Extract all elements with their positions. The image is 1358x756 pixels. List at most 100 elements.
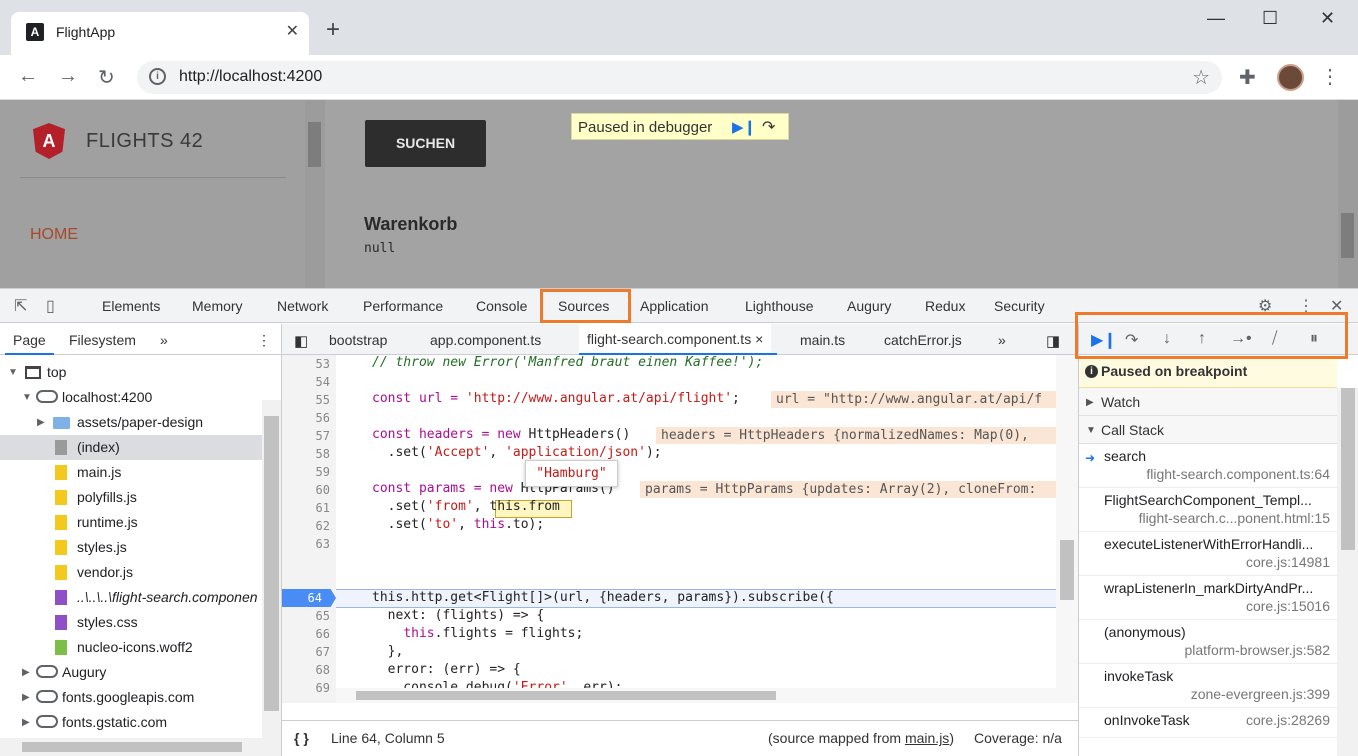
tab-security[interactable]: Security: [994, 298, 1045, 314]
editor-horizontal-scrollbar[interactable]: [336, 688, 1056, 703]
tree-item[interactable]: vendor.js: [0, 560, 262, 585]
paused-banner-text: Paused in debugger: [578, 119, 713, 136]
toggle-navigator-icon[interactable]: ◧: [294, 332, 308, 350]
more-editor-tabs-icon[interactable]: »: [998, 332, 1006, 348]
url-text[interactable]: http://localhost:4200: [179, 68, 322, 86]
close-window-button[interactable]: ✕: [1320, 8, 1335, 29]
call-frame[interactable]: wrapListenerIn_markDirtyAndPr... core.js:…: [1079, 576, 1337, 620]
toggle-debugger-icon[interactable]: ◨: [1046, 332, 1060, 350]
tab-console[interactable]: Console: [476, 298, 527, 314]
tree-item[interactable]: ▶ fonts.googleapis.com: [0, 685, 262, 710]
debugger-scrollbar[interactable]: [1337, 388, 1358, 756]
line-number[interactable]: 69: [282, 679, 330, 697]
line-number[interactable]: 65: [282, 607, 330, 625]
resume-icon[interactable]: ▶❙: [732, 118, 756, 136]
navigator-menu-icon[interactable]: ⋮: [257, 332, 271, 349]
tree-item[interactable]: ▼ top: [0, 360, 262, 385]
line-number[interactable]: 63: [282, 535, 330, 553]
editor-vertical-scrollbar[interactable]: [1056, 355, 1078, 703]
call-frame[interactable]: invokeTask zone-evergreen.js:399: [1079, 664, 1337, 708]
bookmark-star-icon[interactable]: ☆: [1192, 65, 1210, 90]
maximize-window-button[interactable]: ☐: [1262, 8, 1278, 29]
tab-memory[interactable]: Memory: [192, 298, 243, 314]
profile-avatar[interactable]: [1277, 64, 1304, 91]
line-number[interactable]: 59: [282, 463, 330, 481]
line-number[interactable]: 54: [282, 373, 330, 391]
more-tabs-icon[interactable]: »: [160, 332, 168, 348]
line-number[interactable]: 55: [282, 391, 330, 409]
active-tab-underline: [5, 353, 54, 355]
back-icon[interactable]: ←: [18, 65, 38, 88]
tab-network[interactable]: Network: [277, 298, 328, 314]
line-number[interactable]: 53: [282, 355, 330, 373]
tab-performance[interactable]: Performance: [363, 298, 443, 314]
line-number[interactable]: 61: [282, 499, 330, 517]
device-toolbar-icon[interactable]: ▯: [46, 296, 55, 316]
nav-home-link[interactable]: HOME: [30, 226, 78, 244]
call-frame-current[interactable]: ➜ search flight-search.component.ts:64: [1079, 444, 1337, 488]
site-info-icon[interactable]: i: [149, 68, 166, 85]
editor-tab[interactable]: app.component.ts: [430, 332, 541, 348]
tree-item[interactable]: nucleo-icons.woff2: [0, 635, 262, 660]
tab-elements[interactable]: Elements: [102, 298, 160, 314]
editor-tab[interactable]: main.ts: [800, 332, 845, 348]
breakpoint-marker[interactable]: 64: [282, 589, 336, 607]
tree-item[interactable]: runtime.js: [0, 510, 262, 535]
tab-augury[interactable]: Augury: [847, 298, 891, 314]
code-line: const url = 'http://www.angular.at/api/f…: [372, 391, 740, 406]
editor-tab[interactable]: catchError.js: [884, 332, 962, 348]
line-number[interactable]: 68: [282, 661, 330, 679]
watch-section-header[interactable]: ▶ Watch: [1079, 388, 1337, 416]
call-frame[interactable]: FlightSearchComponent_Templ... flight-sea…: [1079, 488, 1337, 532]
tree-item[interactable]: ▶ Augury: [0, 660, 262, 685]
tree-item[interactable]: polyfills.js: [0, 485, 262, 510]
line-number[interactable]: 67: [282, 643, 330, 661]
tree-item[interactable]: styles.js: [0, 535, 262, 560]
pretty-print-icon[interactable]: { }: [294, 730, 309, 746]
line-number[interactable]: 58: [282, 445, 330, 463]
page-scrollbar[interactable]: [1338, 100, 1358, 288]
frame-location: core.js:14981: [1245, 554, 1330, 570]
line-number[interactable]: 60: [282, 481, 330, 499]
extensions-puzzle-icon[interactable]: ✚: [1239, 65, 1256, 90]
sidebar-scrollbar[interactable]: [305, 100, 325, 288]
tree-item[interactable]: ..\..\..\flight-search.componen: [0, 585, 262, 610]
code-line: .set('to', this.to);: [372, 517, 545, 532]
search-button[interactable]: SUCHEN: [365, 120, 486, 167]
browser-tab[interactable]: A FlightApp ✕: [11, 12, 309, 55]
reload-icon[interactable]: ↻: [98, 65, 115, 90]
minimize-window-button[interactable]: —: [1207, 8, 1225, 29]
line-number[interactable]: 66: [282, 625, 330, 643]
nav-tab-page[interactable]: Page: [13, 332, 46, 348]
tab-redux[interactable]: Redux: [925, 298, 965, 314]
tree-item[interactable]: ▼ localhost:4200: [0, 385, 262, 410]
inspect-element-icon[interactable]: ⇱: [14, 296, 27, 316]
browser-menu-icon[interactable]: ⋮: [1320, 64, 1340, 89]
forward-icon[interactable]: →: [58, 65, 78, 88]
call-frame[interactable]: (anonymous) platform-browser.js:582: [1079, 620, 1337, 664]
call-frame[interactable]: onInvokeTask core.js:28269: [1079, 708, 1337, 738]
tree-item[interactable]: ▶ fonts.gstatic.com: [0, 710, 262, 735]
navigator-horizontal-scrollbar[interactable]: [0, 738, 262, 756]
tree-item[interactable]: ▶ assets/paper-design: [0, 410, 262, 435]
close-tab-icon[interactable]: ✕: [286, 21, 299, 41]
line-number[interactable]: 57: [282, 427, 330, 445]
js-file-icon: [55, 465, 67, 480]
call-stack-section-header[interactable]: ▼ Call Stack: [1079, 416, 1337, 444]
source-map-link[interactable]: main.js: [905, 730, 949, 746]
omnibox[interactable]: i http://localhost:4200 ☆: [137, 61, 1222, 94]
navigator-scrollbar[interactable]: [262, 400, 281, 756]
nav-tab-filesystem[interactable]: Filesystem: [69, 332, 136, 348]
editor-tab[interactable]: bootstrap: [329, 332, 387, 348]
line-number[interactable]: 62: [282, 517, 330, 535]
tree-item[interactable]: styles.css: [0, 610, 262, 635]
step-over-icon[interactable]: ↷: [762, 117, 775, 137]
call-frame[interactable]: executeListenerWithErrorHandli... core.js…: [1079, 532, 1337, 576]
editor-tab-active[interactable]: flight-search.component.ts ×: [579, 324, 772, 355]
tree-item[interactable]: (index): [0, 435, 262, 460]
tree-item[interactable]: main.js: [0, 460, 262, 485]
line-number[interactable]: 56: [282, 409, 330, 427]
new-tab-button[interactable]: +: [326, 18, 340, 42]
tab-application[interactable]: Application: [640, 298, 709, 314]
tab-lighthouse[interactable]: Lighthouse: [745, 298, 814, 314]
